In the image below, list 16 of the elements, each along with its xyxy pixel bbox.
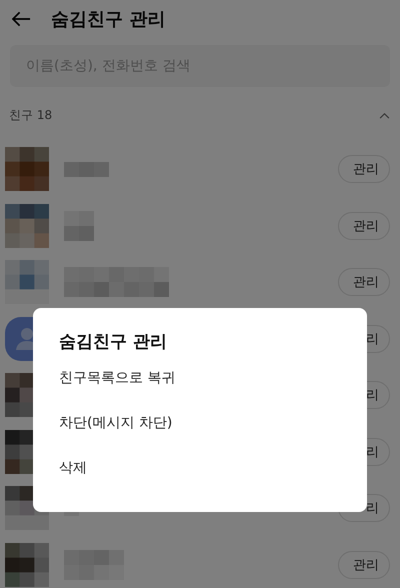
back-icon[interactable] <box>12 11 31 27</box>
pixelated-name-drawing <box>64 550 124 580</box>
dialog-title: 숨김친구 관리 <box>59 331 168 353</box>
manage-button[interactable]: 관리 <box>338 268 390 296</box>
manage-button[interactable]: 관리 <box>338 155 390 184</box>
default-avatar-icon <box>5 316 33 361</box>
menu-option[interactable]: 삭제 <box>59 459 367 504</box>
pixelated-name-drawing <box>64 210 94 241</box>
screen-title: 숨김친구 관리 <box>51 8 166 31</box>
chevron-up-icon[interactable] <box>379 112 390 118</box>
menu-option[interactable]: 친구목록으로 복귀 <box>59 369 367 414</box>
manage-button[interactable]: 관리 <box>338 212 390 240</box>
manage-button[interactable]: 관리 <box>338 550 390 579</box>
pixelated-name-drawing <box>64 162 109 177</box>
menu-option[interactable]: 차단(메시지 차단) <box>59 414 367 459</box>
section-label: 친구 18 <box>9 106 52 124</box>
